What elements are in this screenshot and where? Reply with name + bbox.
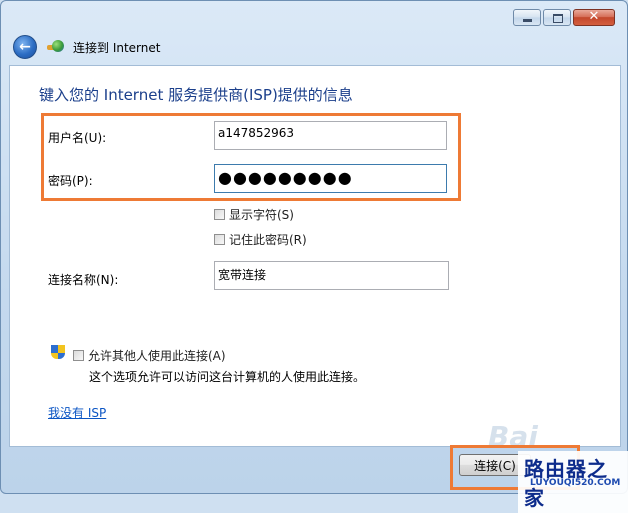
minimize-button[interactable] <box>513 9 541 26</box>
allow-others-option[interactable]: 允许其他人使用此连接(A) <box>73 347 226 364</box>
allow-others-checkbox[interactable] <box>73 350 84 361</box>
conn-name-input[interactable]: 宽带连接 <box>214 261 449 290</box>
network-connection-icon <box>47 39 65 55</box>
conn-name-label: 连接名称(N): <box>48 273 119 287</box>
window-title: 连接到 Internet <box>73 40 161 55</box>
close-icon: ✕ <box>588 9 600 24</box>
back-button[interactable]: ← <box>13 35 37 59</box>
maximize-icon <box>553 14 563 23</box>
page-heading: 键入您的 Internet 服务提供商(ISP)提供的信息 <box>39 86 353 104</box>
no-isp-link[interactable]: 我没有 ISP <box>48 404 106 421</box>
password-input[interactable]: ●●●●●●●●● <box>214 164 447 193</box>
allow-others-label: 允许其他人使用此连接(A) <box>88 349 226 363</box>
show-chars-checkbox[interactable] <box>214 209 225 220</box>
password-label: 密码(P): <box>48 174 93 188</box>
show-chars-label: 显示字符(S) <box>229 208 294 222</box>
allow-others-description: 这个选项允许可以访问这台计算机的人使用此连接。 <box>89 370 366 384</box>
username-label: 用户名(U): <box>48 131 107 145</box>
arrow-left-icon: ← <box>19 39 31 55</box>
show-chars-option[interactable]: 显示字符(S) <box>214 206 294 223</box>
username-input[interactable]: a147852963 <box>214 121 447 150</box>
remember-option[interactable]: 记住此密码(R) <box>214 231 307 248</box>
nav-bar: ← 连接到 Internet <box>13 35 160 59</box>
remember-label: 记住此密码(R) <box>229 233 307 247</box>
remember-checkbox[interactable] <box>214 234 225 245</box>
close-button[interactable]: ✕ <box>573 9 615 26</box>
site-watermark: LUYOUQI520.COM <box>530 478 621 488</box>
maximize-button[interactable] <box>543 9 571 26</box>
shield-icon <box>51 345 65 361</box>
minimize-icon <box>523 19 532 22</box>
caption-buttons: ✕ <box>511 9 615 26</box>
